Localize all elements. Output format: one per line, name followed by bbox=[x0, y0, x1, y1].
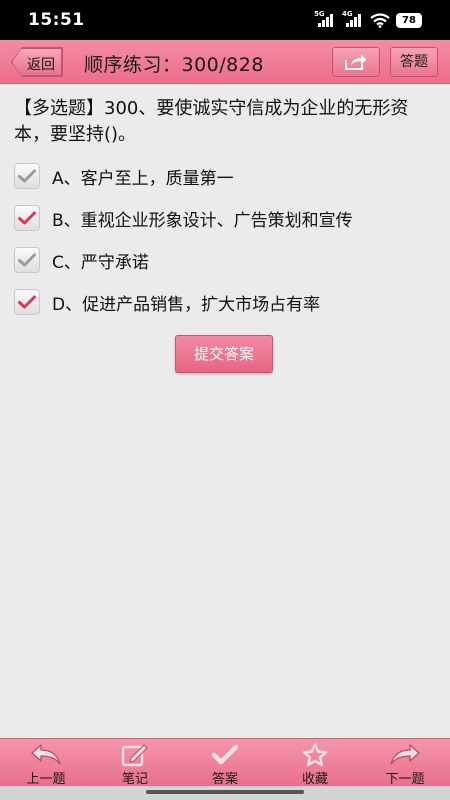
status-bar: 15:51 5G 4G 78 bbox=[0, 0, 450, 40]
wifi-icon bbox=[370, 12, 390, 28]
option-a[interactable]: A、客户至上，质量第一 bbox=[14, 160, 438, 192]
toolbar-label-answer: 答案 bbox=[211, 772, 238, 787]
checkmark-icon bbox=[18, 253, 36, 267]
star-icon bbox=[302, 743, 328, 767]
signal-5g-icon: 5G bbox=[314, 10, 336, 28]
answer-sheet-button[interactable]: 答题 bbox=[390, 47, 438, 77]
home-indicator[interactable] bbox=[146, 790, 304, 794]
back-button[interactable]: 返回 bbox=[12, 48, 62, 76]
checkmark-icon bbox=[18, 169, 36, 183]
signal-4g-icon: 4G bbox=[342, 10, 364, 28]
checkmark-icon bbox=[211, 744, 239, 765]
checkbox-b[interactable] bbox=[14, 205, 40, 231]
notes-button[interactable]: 笔记 bbox=[100, 739, 170, 787]
toolbar-label-previous: 上一题 bbox=[26, 772, 66, 787]
checkmark-icon bbox=[18, 295, 36, 309]
system-navigation-bar bbox=[0, 786, 450, 800]
share-button[interactable] bbox=[332, 47, 380, 77]
forward-arrow-icon bbox=[390, 744, 420, 765]
next-question-button[interactable]: 下一题 bbox=[370, 739, 440, 787]
status-icons: 5G 4G 78 bbox=[314, 10, 422, 29]
previous-question-button[interactable]: 上一题 bbox=[11, 739, 81, 787]
share-icon bbox=[345, 54, 367, 70]
option-label-c: C、严守承诺 bbox=[52, 252, 149, 273]
option-b[interactable]: B、重视企业形象设计、广告策划和宣传 bbox=[14, 202, 438, 234]
toolbar-label-favorite: 收藏 bbox=[301, 772, 328, 787]
checkmark-icon bbox=[18, 211, 36, 225]
back-button-label: 返回 bbox=[27, 57, 55, 73]
toolbar-label-next: 下一题 bbox=[385, 772, 425, 787]
status-time: 15:51 bbox=[28, 10, 85, 30]
show-answer-button[interactable]: 答案 bbox=[190, 739, 260, 787]
question-text: 【多选题】300、要使诚实守信成为企业的无形资本，要坚持()。 bbox=[14, 98, 409, 145]
submit-answer-button[interactable]: 提交答案 bbox=[175, 335, 273, 373]
option-label-b: B、重视企业形象设计、广告策划和宣传 bbox=[52, 210, 353, 231]
toolbar-label-notes: 笔记 bbox=[121, 772, 148, 787]
option-label-a: A、客户至上，质量第一 bbox=[52, 168, 234, 189]
checkbox-c[interactable] bbox=[14, 247, 40, 273]
favorite-button[interactable]: 收藏 bbox=[280, 739, 350, 787]
option-label-d: D、促进产品销售，扩大市场占有率 bbox=[52, 294, 321, 315]
title-bar: 返回 顺序练习：300/828 答题 bbox=[0, 40, 450, 84]
checkbox-a[interactable] bbox=[14, 163, 40, 189]
bottom-toolbar: 上一题 笔记 答案 收藏 下一题 bbox=[0, 738, 450, 787]
battery-icon: 78 bbox=[396, 12, 422, 28]
back-arrow-icon bbox=[31, 744, 61, 765]
page-title: 顺序练习：300/828 bbox=[84, 54, 264, 76]
option-c[interactable]: C、严守承诺 bbox=[14, 244, 438, 276]
checkbox-d[interactable] bbox=[14, 289, 40, 315]
edit-note-icon bbox=[121, 744, 148, 767]
option-d[interactable]: D、促进产品销售，扩大市场占有率 bbox=[14, 286, 438, 318]
